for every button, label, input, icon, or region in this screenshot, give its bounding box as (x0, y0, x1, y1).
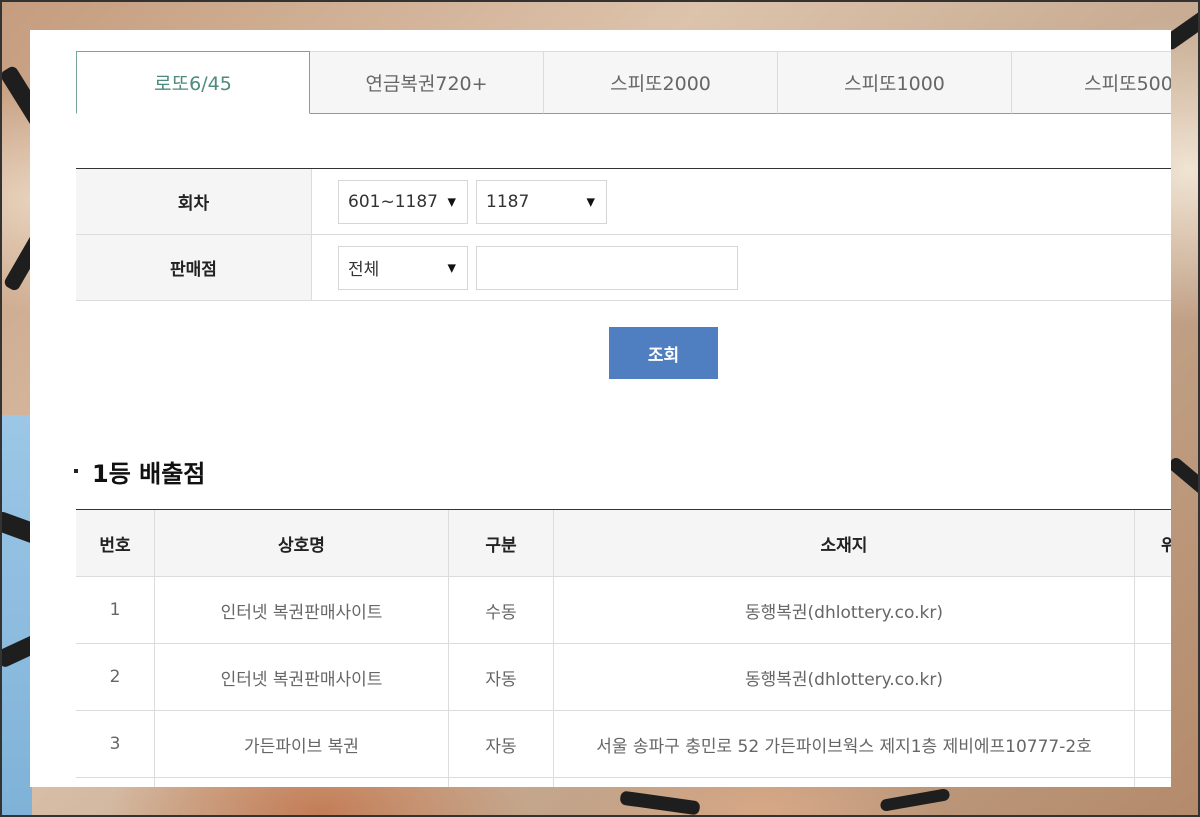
tab-speetto2000[interactable]: 스피또2000 (544, 51, 778, 114)
tab-pension720[interactable]: 연금복권720+ (310, 51, 544, 114)
header-store-name: 상호명 (155, 510, 449, 576)
store-label: 판매점 (76, 235, 312, 300)
winners-table: 번호 상호명 구분 소재지 위 1 인터넷 복권판매사이트 수동 동행복권(dh… (76, 509, 1171, 787)
dropdown-caret-icon: ▼ (447, 195, 456, 208)
row-location (1135, 778, 1171, 787)
row-type: 자동 (449, 644, 554, 710)
dropdown-caret-icon: ▼ (447, 261, 456, 274)
round-value: 1187 (486, 191, 530, 212)
table-row: 2 인터넷 복권판매사이트 자동 동행복권(dhlottery.co.kr) (76, 644, 1171, 711)
row-address (554, 778, 1135, 787)
row-store-name: 인터넷 복권판매사이트 (155, 644, 449, 710)
row-address: 동행복권(dhlottery.co.kr) (554, 644, 1135, 710)
row-location (1135, 711, 1171, 777)
tab-label: 스피또500 (1084, 73, 1171, 95)
table-header-row: 번호 상호명 구분 소재지 위 (76, 510, 1171, 577)
store-search-input[interactable] (476, 245, 738, 290)
search-button[interactable]: 조회 (609, 327, 718, 379)
header-location: 위 (1161, 535, 1171, 556)
row-store-name (155, 778, 449, 787)
store-filter-select[interactable]: 전체 ▼ (338, 245, 468, 290)
round-label: 회차 (76, 169, 312, 234)
section-title: 1등 배출점 (74, 456, 206, 488)
store-filter-value: 전체 (348, 260, 380, 280)
round-range-value: 601~1187 (348, 191, 438, 212)
tab-label: 연금복권720+ (365, 73, 488, 95)
lottery-tabs: 로또6/45 연금복권720+ 스피또2000 스피또1000 스피또500 (76, 51, 1171, 114)
row-number (76, 778, 155, 787)
tab-label: 로또6/45 (154, 73, 232, 95)
row-type: 수동 (449, 577, 554, 643)
row-location (1135, 577, 1171, 643)
search-row-store: 판매점 전체 ▼ (76, 235, 1171, 301)
header-type: 구분 (449, 510, 554, 576)
search-row-round: 회차 601~1187 ▼ 1187 ▼ (76, 169, 1171, 235)
table-row: 1 인터넷 복권판매사이트 수동 동행복권(dhlottery.co.kr) (76, 577, 1171, 644)
round-range-select[interactable]: 601~1187 ▼ (338, 179, 468, 224)
row-number: 1 (76, 577, 155, 643)
row-location (1135, 644, 1171, 710)
row-address: 서울 송파구 충민로 52 가든파이브웍스 제지1층 제비에프10777-2호 (554, 711, 1135, 777)
store-controls: 전체 ▼ (312, 235, 1171, 300)
tab-speetto500[interactable]: 스피또500 (1012, 51, 1171, 114)
header-address: 소재지 (554, 510, 1135, 576)
dropdown-caret-icon: ▼ (586, 195, 595, 208)
row-type: 자동 (449, 711, 554, 777)
row-address: 동행복권(dhlottery.co.kr) (554, 577, 1135, 643)
tab-label: 스피또1000 (844, 73, 945, 95)
table-row: 3 가든파이브 복권 자동 서울 송파구 충민로 52 가든파이브웍스 제지1층… (76, 711, 1171, 778)
header-number: 번호 (76, 510, 155, 576)
row-store-name: 인터넷 복권판매사이트 (155, 577, 449, 643)
section-title-text: 1등 배출점 (92, 459, 206, 488)
row-type (449, 778, 554, 787)
round-controls: 601~1187 ▼ 1187 ▼ (312, 169, 1171, 234)
row-number: 3 (76, 711, 155, 777)
row-store-name: 가든파이브 복권 (155, 711, 449, 777)
bullet-icon (74, 469, 78, 473)
tab-speetto1000[interactable]: 스피또1000 (778, 51, 1012, 114)
round-select[interactable]: 1187 ▼ (476, 179, 607, 224)
background-blue-area (0, 415, 32, 817)
table-row (76, 778, 1171, 787)
content-card: 로또6/45 연금복권720+ 스피또2000 스피또1000 스피또500 회… (30, 30, 1171, 787)
tab-lotto645[interactable]: 로또6/45 (76, 51, 310, 114)
tab-label: 스피또2000 (610, 73, 711, 95)
row-number: 2 (76, 644, 155, 710)
search-form: 회차 601~1187 ▼ 1187 ▼ 판매점 전체 ▼ (76, 168, 1171, 301)
